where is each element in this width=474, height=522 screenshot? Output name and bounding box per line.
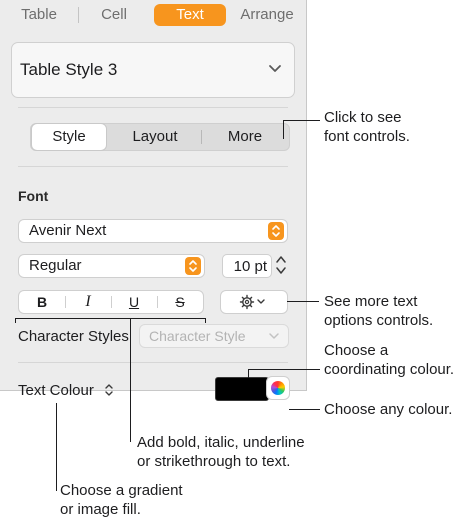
callout-leader bbox=[15, 318, 206, 319]
paragraph-style-popup[interactable]: Table Style 3 bbox=[11, 42, 295, 98]
callout-leader bbox=[248, 369, 249, 378]
italic-button[interactable]: I bbox=[65, 291, 111, 313]
up-down-chevron-icon bbox=[105, 384, 113, 396]
advanced-options-button[interactable] bbox=[220, 290, 288, 314]
popup-arrows-icon bbox=[185, 257, 201, 275]
inspector-tabs: Table Cell Text Arrange bbox=[0, 0, 306, 30]
character-styles-label: Character Styles bbox=[18, 328, 129, 345]
segment-style[interactable]: Style bbox=[32, 124, 106, 150]
text-colour-label: Text Colour bbox=[18, 382, 94, 399]
tab-cell[interactable]: Cell bbox=[80, 4, 148, 26]
tab-divider bbox=[78, 7, 79, 23]
font-heading: Font bbox=[18, 188, 49, 204]
tab-table[interactable]: Table bbox=[6, 4, 72, 26]
gear-icon bbox=[239, 294, 265, 310]
chevron-down-icon bbox=[269, 333, 279, 339]
bold-button[interactable]: B bbox=[19, 291, 65, 313]
segment-layout[interactable]: Layout bbox=[109, 124, 201, 150]
section-divider bbox=[18, 166, 288, 167]
bold-italic-underline-strike-group: B I U S bbox=[18, 290, 204, 314]
font-family-popup[interactable]: Avenir Next bbox=[18, 219, 288, 243]
strikethrough-button[interactable]: S bbox=[157, 291, 203, 313]
text-colour-swatch[interactable] bbox=[215, 377, 269, 401]
character-style-popup[interactable]: Character Style bbox=[139, 324, 289, 348]
text-colour-popup[interactable]: Text Colour bbox=[18, 381, 114, 399]
callout-leader bbox=[56, 403, 57, 491]
segment-more[interactable]: More bbox=[202, 124, 288, 150]
font-size-stepper[interactable] bbox=[274, 252, 288, 278]
section-divider bbox=[18, 362, 288, 363]
section-divider bbox=[18, 107, 288, 108]
callout-leader bbox=[283, 120, 284, 139]
popup-arrows-icon bbox=[268, 222, 284, 240]
colour-wheel-button[interactable] bbox=[266, 376, 290, 400]
callout-font-controls: Click to see font controls. bbox=[324, 109, 410, 145]
callout-coordinating-colour: Choose a coordinating colour. bbox=[324, 342, 455, 378]
font-size-value: 10 pt bbox=[233, 258, 267, 275]
font-family-value: Avenir Next bbox=[29, 222, 107, 239]
callout-text-options: See more text options controls. bbox=[324, 293, 434, 329]
callout-any-colour: Choose any colour. bbox=[324, 401, 453, 418]
tab-arrange[interactable]: Arrange bbox=[232, 4, 302, 26]
callout-leader bbox=[130, 318, 131, 442]
callout-leader bbox=[283, 120, 320, 121]
font-size-field[interactable]: 10 pt bbox=[222, 254, 272, 278]
callout-leader bbox=[289, 409, 320, 410]
callout-leader bbox=[205, 318, 206, 323]
underline-button[interactable]: U bbox=[111, 291, 157, 313]
typeface-value: Regular bbox=[29, 257, 82, 274]
callout-bius: Add bold, italic, underline or strikethr… bbox=[137, 434, 305, 470]
callout-leader bbox=[287, 301, 319, 302]
callout-leader bbox=[248, 369, 320, 370]
text-segmented-control: Style Layout More bbox=[30, 123, 290, 151]
colour-wheel-icon bbox=[271, 381, 285, 395]
tab-text[interactable]: Text bbox=[154, 4, 226, 26]
paragraph-style-name: Table Style 3 bbox=[20, 60, 118, 79]
format-inspector-panel: Table Cell Text Arrange Table Style 3 St… bbox=[0, 0, 307, 401]
typeface-popup[interactable]: Regular bbox=[18, 254, 205, 278]
chevron-down-icon bbox=[269, 65, 281, 72]
callout-gradient-fill: Choose a gradient or image fill. bbox=[60, 482, 183, 518]
character-style-placeholder: Character Style bbox=[149, 328, 246, 344]
